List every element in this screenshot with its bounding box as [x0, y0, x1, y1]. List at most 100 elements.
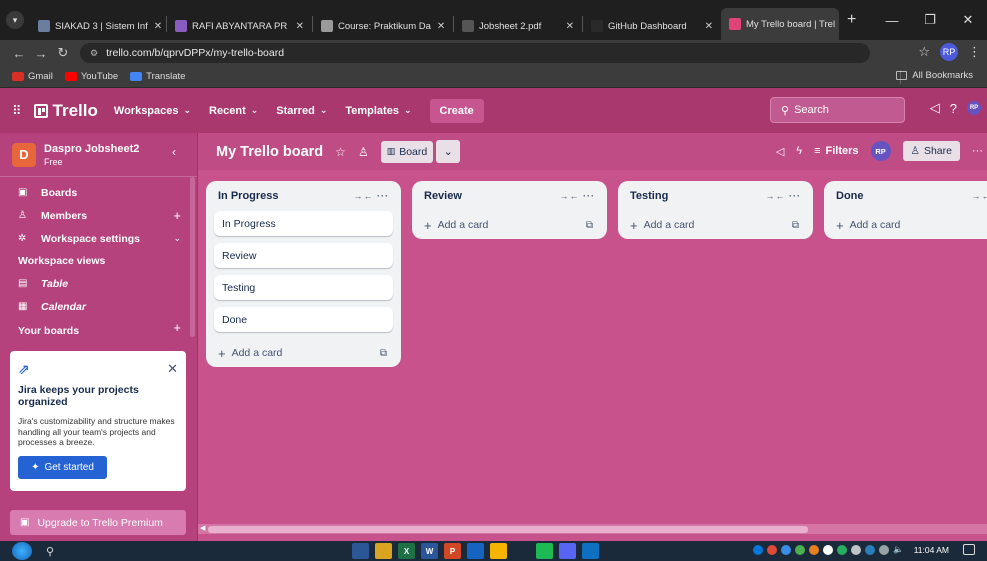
tab-close-icon[interactable]: ✕: [148, 21, 162, 32]
forward-icon[interactable]: →: [30, 46, 52, 61]
more-options-icon[interactable]: ···: [972, 145, 983, 157]
list-column[interactable]: Testing →← ··· + Add a card ⧉: [618, 181, 813, 239]
url-input[interactable]: ⚙ trello.com/b/qprvDPPx/my-trello-board: [80, 43, 870, 63]
tray-app-icon[interactable]: [795, 544, 806, 555]
restore-icon[interactable]: ❐: [911, 12, 949, 28]
collapse-sidebar-icon[interactable]: ‹: [172, 145, 176, 159]
tab-close-icon[interactable]: ✕: [560, 21, 574, 32]
taskbar-app-icon[interactable]: P: [444, 543, 461, 559]
notification-center-icon[interactable]: [963, 544, 975, 555]
browser-tab[interactable]: GitHub Dashboard ✕: [583, 12, 721, 40]
list-column[interactable]: In Progress →← ··· In Progress Review Te…: [206, 181, 401, 367]
add-card-button[interactable]: + Add a card ⧉: [832, 211, 987, 239]
tray-app-icon[interactable]: [837, 544, 848, 555]
get-started-button[interactable]: ✦ Get started: [18, 455, 107, 479]
bookmark-star-icon[interactable]: ☆: [918, 44, 930, 60]
tab-close-icon[interactable]: ✕: [431, 21, 445, 32]
notifications-icon[interactable]: ◁: [930, 100, 940, 116]
scrollbar-thumb[interactable]: [208, 526, 808, 533]
tray-app-icon[interactable]: [781, 544, 792, 555]
board-view-button[interactable]: ▥ Board: [380, 140, 434, 163]
card-template-icon[interactable]: ⧉: [380, 348, 387, 359]
profile-avatar[interactable]: RP: [940, 43, 958, 61]
browser-tab[interactable]: RAFI ABYANTARA PR ✕: [167, 12, 312, 40]
add-board-icon[interactable]: +: [173, 320, 181, 335]
list-column[interactable]: Review →← ··· + Add a card ⧉: [412, 181, 607, 239]
list-actions-icon[interactable]: →← ···: [766, 191, 802, 201]
filters-button[interactable]: ≡ Filters: [814, 145, 858, 157]
taskbar-app-icon[interactable]: X: [398, 543, 415, 559]
sidebar-item-boards[interactable]: ▣ Boards: [0, 181, 197, 204]
card[interactable]: Done: [214, 307, 393, 332]
tab-close-icon[interactable]: ✕: [699, 21, 713, 32]
header-menu-recent[interactable]: Recent ⌄: [209, 105, 258, 117]
reload-icon[interactable]: ↻: [52, 45, 74, 61]
bookmark-item[interactable]: Translate: [130, 71, 185, 82]
menu-kebab-icon[interactable]: ⋮: [968, 44, 981, 60]
tray-app-icon[interactable]: [851, 544, 862, 555]
app-switcher-icon[interactable]: ⠿: [12, 103, 22, 119]
start-button[interactable]: [12, 542, 32, 560]
bookmark-item[interactable]: YouTube: [64, 71, 118, 82]
add-card-button[interactable]: + Add a card ⧉: [214, 339, 393, 367]
create-button[interactable]: Create: [429, 98, 484, 123]
list-title[interactable]: In Progress: [218, 190, 279, 202]
wifi-icon[interactable]: [879, 544, 890, 555]
taskbar-app-icon[interactable]: [513, 543, 530, 559]
taskbar-app-icon[interactable]: [352, 543, 369, 559]
close-window-icon[interactable]: ✕: [949, 12, 987, 28]
add-card-button[interactable]: + Add a card ⧉: [626, 211, 805, 239]
list-header[interactable]: Done →← ···: [832, 181, 987, 211]
taskbar-app-icon[interactable]: [467, 543, 484, 559]
member-avatar[interactable]: RP: [870, 141, 891, 161]
header-menu-templates[interactable]: Templates ⌄: [345, 105, 411, 117]
browser-tab[interactable]: Jobsheet 2.pdf ✕: [454, 12, 582, 40]
list-header[interactable]: Testing →← ···: [626, 181, 805, 211]
board-horizontal-scrollbar[interactable]: ◀: [198, 524, 987, 534]
back-icon[interactable]: ←: [8, 46, 30, 61]
tray-app-icon[interactable]: [865, 544, 876, 555]
header-menu-workspaces[interactable]: Workspaces ⌄: [114, 105, 191, 117]
card[interactable]: Testing: [214, 275, 393, 300]
minimize-icon[interactable]: —: [873, 13, 911, 28]
workspace-header[interactable]: D Daspro Jobsheet2 Free ‹: [0, 133, 197, 177]
tab-close-icon[interactable]: ✕: [290, 21, 304, 32]
search-input[interactable]: ⚲ Search: [770, 97, 905, 123]
list-header[interactable]: Review →← ···: [420, 181, 599, 211]
site-info-icon[interactable]: ⚙: [90, 48, 98, 59]
tray-app-icon[interactable]: [767, 544, 778, 555]
board-title[interactable]: My Trello board: [216, 144, 323, 160]
tray-app-icon[interactable]: [809, 544, 820, 555]
visibility-icon[interactable]: ♙: [358, 145, 369, 159]
card[interactable]: In Progress: [214, 211, 393, 236]
upgrade-premium-button[interactable]: ▣ Upgrade to Trello Premium: [10, 510, 186, 535]
add-card-button[interactable]: + Add a card ⧉: [420, 211, 599, 239]
tray-app-icon[interactable]: [823, 544, 834, 555]
taskbar-search-icon[interactable]: ⚲: [46, 545, 54, 558]
tab-search-icon[interactable]: ▾: [6, 11, 24, 29]
list-actions-icon[interactable]: →← ···: [560, 191, 596, 201]
list-actions-icon[interactable]: →← ···: [972, 191, 987, 201]
sidebar-item-table[interactable]: ▤ Table: [0, 272, 197, 295]
all-bookmarks-button[interactable]: All Bookmarks: [896, 70, 973, 81]
browser-tab[interactable]: SIAKAD 3 | Sistem Inf ✕: [30, 12, 166, 40]
taskbar-app-icon[interactable]: W: [421, 543, 438, 559]
clock[interactable]: 11:04 AM: [914, 545, 949, 555]
trello-logo[interactable]: Trello: [33, 101, 98, 121]
list-title[interactable]: Done: [836, 190, 864, 202]
sidebar-item-workspace-settings[interactable]: ✲ Workspace settings ⌄: [0, 227, 197, 250]
browser-tab[interactable]: Course: Praktikum Da ✕: [313, 12, 453, 40]
tab-close-icon[interactable]: ✕: [835, 19, 839, 30]
automation-icon[interactable]: ϟ: [796, 145, 802, 157]
bookmark-item[interactable]: Gmail: [12, 71, 53, 82]
taskbar-app-icon[interactable]: [582, 543, 599, 559]
star-icon[interactable]: ☆: [335, 145, 346, 159]
view-switcher-chevron-icon[interactable]: ⌄: [436, 140, 461, 163]
card[interactable]: Review: [214, 243, 393, 268]
new-tab-icon[interactable]: +: [847, 11, 856, 29]
list-title[interactable]: Testing: [630, 190, 668, 202]
list-column[interactable]: Done →← ··· + Add a card ⧉: [824, 181, 987, 239]
sidebar-item-members[interactable]: ♙ Members +: [0, 204, 197, 227]
account-avatar[interactable]: RP: [967, 101, 981, 115]
browser-tab[interactable]: My Trello board | Trel ✕: [721, 8, 839, 40]
